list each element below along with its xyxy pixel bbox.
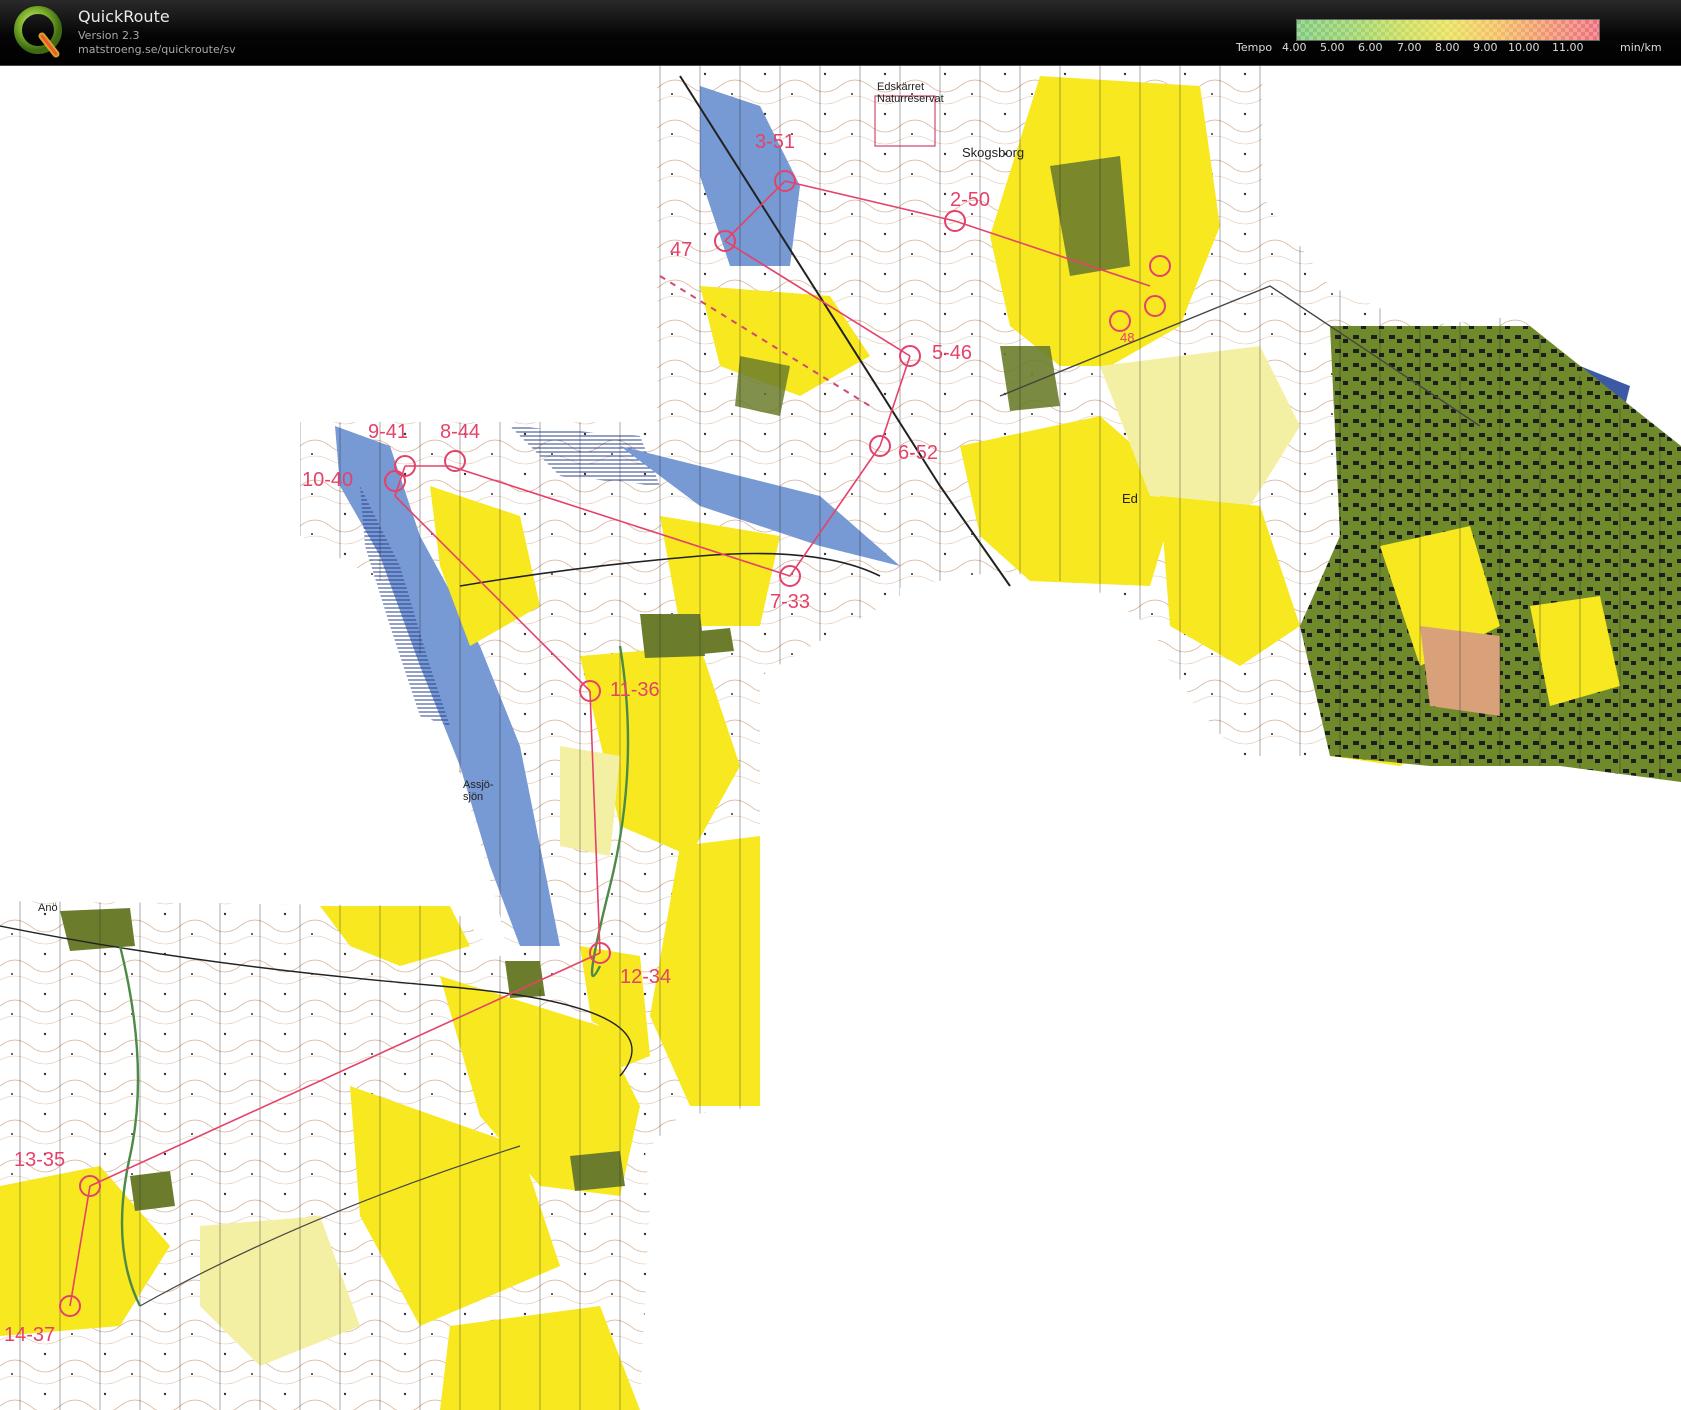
- app-title: QuickRoute: [78, 7, 170, 26]
- place-name: Assjö-: [463, 779, 494, 791]
- control-label: 12-34: [620, 966, 671, 988]
- control-label: 9-41: [368, 421, 408, 443]
- tempo-tick: 4.00: [1282, 41, 1307, 54]
- tempo-tick: 11.00: [1552, 41, 1584, 54]
- control-label: 7-33: [770, 591, 810, 613]
- control-label: 5-46: [932, 342, 972, 364]
- tempo-tick: 5.00: [1320, 41, 1345, 54]
- place-name: Anö: [38, 902, 58, 914]
- map-canvas[interactable]: 3-51 2-50 47 5-46 6-52 9-41 8-44 10-40 7…: [0, 66, 1681, 1410]
- app-url[interactable]: matstroeng.se/quickroute/sv: [78, 43, 236, 56]
- app-header: QuickRoute Version 2.3 matstroeng.se/qui…: [0, 0, 1681, 66]
- control-label: 13-35: [14, 1149, 65, 1171]
- place-name: Edskärret: [877, 81, 924, 93]
- quickroute-logo-icon: [14, 6, 62, 58]
- tempo-legend: Tempo 4.00 5.00 6.00 7.00 8.00 9.00 10.0…: [1234, 17, 1679, 57]
- control-label: 3-51: [755, 131, 795, 153]
- control-label: 14-37: [4, 1324, 55, 1346]
- control-label: 48: [1120, 330, 1134, 345]
- tempo-tick: 8.00: [1435, 41, 1460, 54]
- tempo-tick: 10.00: [1508, 41, 1540, 54]
- tempo-color-scale: [1296, 19, 1600, 41]
- tempo-label: Tempo: [1236, 41, 1273, 54]
- control-label: 10-40: [302, 469, 353, 491]
- tempo-tick: 7.00: [1397, 41, 1422, 54]
- tempo-tick: 9.00: [1473, 41, 1498, 54]
- control-label: 6-52: [898, 442, 938, 464]
- map-sheet-north: [657, 66, 1681, 782]
- control-label: 11-36: [610, 679, 660, 701]
- place-name: Skogsborg: [962, 145, 1024, 160]
- control-label: 2-50: [950, 189, 990, 211]
- control-label: 47: [670, 239, 692, 261]
- place-name: Naturreservat: [877, 93, 944, 105]
- place-name: Ed: [1122, 491, 1138, 506]
- tempo-tick: 6.00: [1358, 41, 1383, 54]
- place-name: sjön: [463, 791, 483, 803]
- orienteering-map[interactable]: 3-51 2-50 47 5-46 6-52 9-41 8-44 10-40 7…: [0, 66, 1681, 1410]
- app-version: Version 2.3: [78, 29, 140, 42]
- control-label: 8-44: [440, 421, 480, 443]
- tempo-unit: min/km: [1620, 41, 1662, 54]
